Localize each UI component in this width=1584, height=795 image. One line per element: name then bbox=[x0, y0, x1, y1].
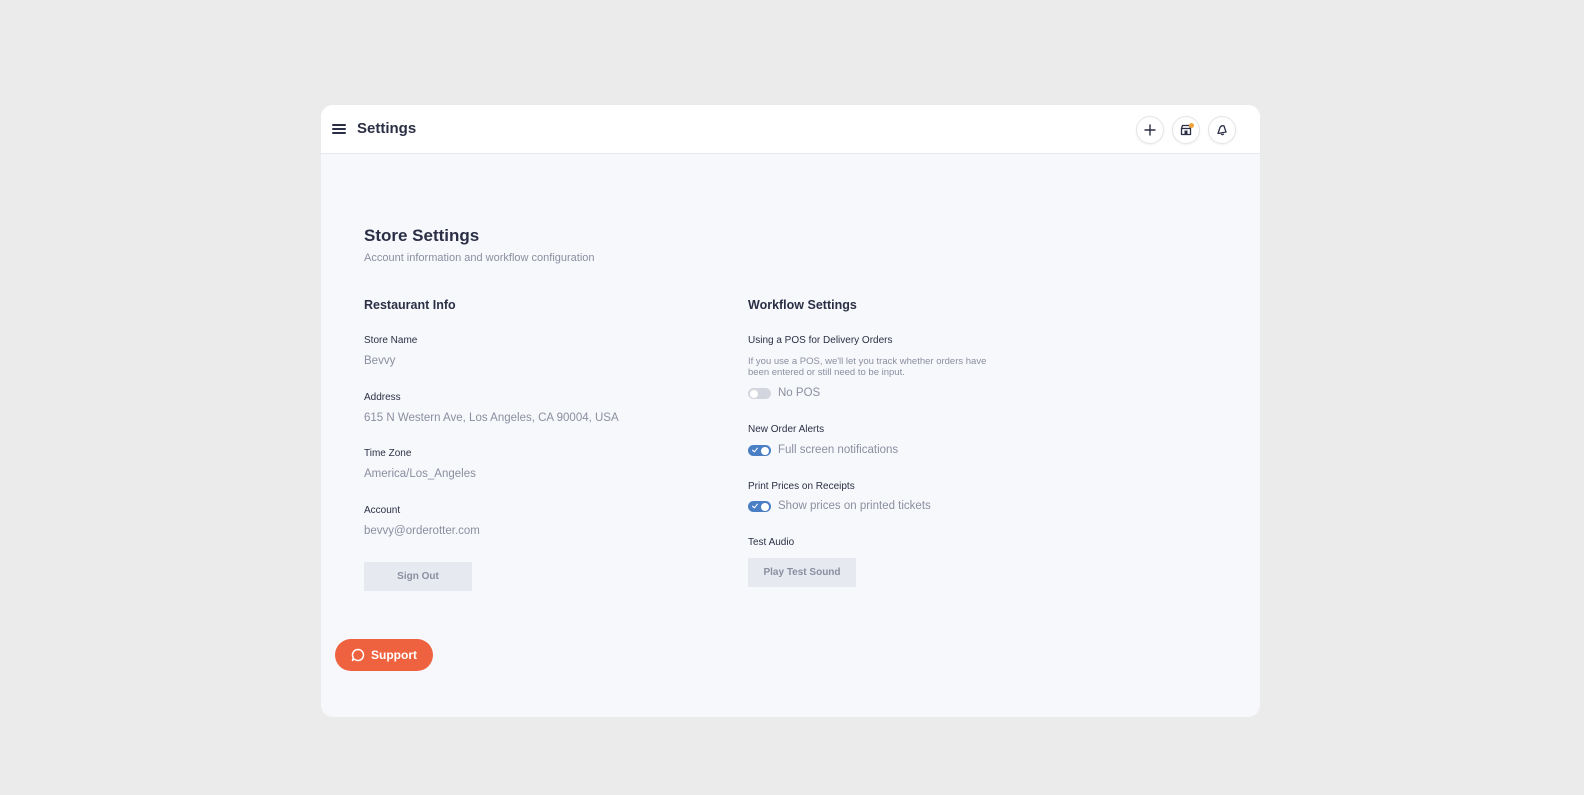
toggle-knob bbox=[750, 389, 758, 398]
account-value: bevvy@orderotter.com bbox=[364, 525, 480, 537]
play-test-sound-button[interactable]: Play Test Sound bbox=[748, 558, 856, 587]
store-name-label: Store Name bbox=[364, 335, 418, 346]
settings-window: Settings Store Settings Account informat… bbox=[321, 105, 1260, 717]
new-order-alerts-label: New Order Alerts bbox=[748, 424, 825, 435]
store-button[interactable] bbox=[1172, 116, 1200, 144]
alerts-toggle[interactable] bbox=[748, 445, 771, 456]
pos-toggle[interactable] bbox=[748, 388, 771, 399]
restaurant-info-title: Restaurant Info bbox=[364, 298, 456, 312]
plus-icon bbox=[1144, 124, 1156, 136]
support-label: Support bbox=[371, 648, 417, 662]
top-bar: Settings bbox=[321, 105, 1260, 154]
alerts-toggle-label: Full screen notifications bbox=[778, 444, 899, 456]
address-value: 615 N Western Ave, Los Angeles, CA 90004… bbox=[364, 412, 619, 424]
support-button[interactable]: Support bbox=[335, 639, 433, 671]
sign-out-button[interactable]: Sign Out bbox=[364, 562, 472, 591]
check-icon bbox=[752, 447, 758, 453]
account-label: Account bbox=[364, 505, 401, 516]
notifications-button[interactable] bbox=[1208, 116, 1236, 144]
toggle-knob bbox=[761, 446, 769, 455]
test-audio-label: Test Audio bbox=[748, 537, 795, 548]
page-heading: Store Settings bbox=[364, 226, 480, 245]
timezone-label: Time Zone bbox=[364, 448, 412, 459]
page-title: Settings bbox=[357, 120, 417, 137]
pos-toggle-label: No POS bbox=[778, 387, 821, 399]
print-prices-label: Print Prices on Receipts bbox=[748, 481, 855, 492]
check-icon bbox=[752, 503, 758, 509]
pos-help-text: If you use a POS, we'll let you track wh… bbox=[748, 356, 987, 378]
print-prices-toggle-label: Show prices on printed tickets bbox=[778, 500, 931, 512]
workflow-settings-title: Workflow Settings bbox=[748, 298, 857, 312]
address-label: Address bbox=[364, 392, 401, 403]
add-button[interactable] bbox=[1136, 116, 1164, 144]
menu-icon[interactable] bbox=[332, 123, 346, 135]
print-prices-toggle[interactable] bbox=[748, 501, 771, 512]
page-subtitle: Account information and workflow configu… bbox=[364, 252, 595, 264]
pos-label: Using a POS for Delivery Orders bbox=[748, 335, 893, 346]
store-notification-dot bbox=[1189, 123, 1194, 128]
timezone-value: America/Los_Angeles bbox=[364, 468, 476, 480]
bell-icon bbox=[1217, 125, 1227, 136]
toggle-knob bbox=[761, 502, 769, 511]
store-name-value: Bevvy bbox=[364, 355, 396, 367]
chat-bubble-icon bbox=[351, 648, 365, 662]
